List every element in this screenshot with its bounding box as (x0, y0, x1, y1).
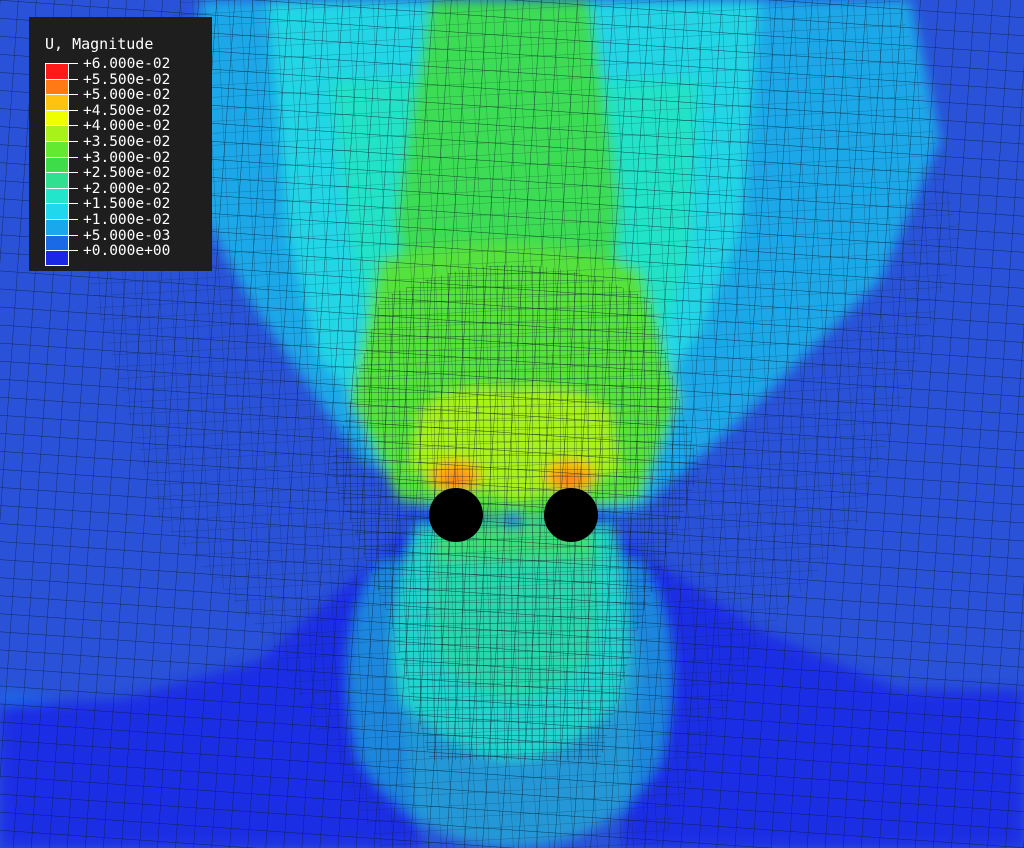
legend-label: +3.500e-02 (83, 134, 171, 150)
legend-tick (69, 219, 78, 220)
legend-label: +2.500e-02 (83, 165, 171, 182)
legend-swatch (45, 172, 69, 188)
legend-label: +4.000e-02 (83, 118, 171, 135)
legend-label: +3.000e-02 (83, 149, 171, 166)
legend-swatch (45, 125, 69, 141)
legend-tick (69, 250, 78, 252)
legend-tick (69, 141, 78, 142)
legend-swatch (45, 234, 69, 251)
legend-label: +2.000e-02 (83, 180, 171, 197)
legend-swatch (45, 203, 69, 219)
legend-tick (69, 125, 78, 127)
legend-tick (69, 187, 78, 189)
legend-title: U, Magnitude (45, 35, 154, 53)
legend-tick (69, 156, 78, 158)
legend-tick (69, 109, 78, 111)
hole-left (429, 488, 483, 542)
legend-swatch (45, 63, 69, 79)
legend-tick (69, 203, 78, 205)
legend-swatch (45, 78, 69, 95)
legend-row: +0.000e+00 (45, 243, 205, 266)
legend-label: +0.000e+00 (83, 243, 171, 260)
legend-swatch (45, 109, 69, 126)
legend-tick (69, 234, 78, 236)
legend-tick (69, 63, 78, 64)
legend-swatch (45, 187, 69, 204)
legend-swatch (45, 250, 69, 266)
legend-label: +5.000e-03 (83, 227, 171, 244)
legend-label: +1.000e-02 (83, 212, 171, 228)
legend-tick (69, 172, 78, 174)
legend-tick (69, 94, 78, 96)
legend-swatch (45, 156, 69, 173)
contour-legend: U, Magnitude +6.000e-02 +5.500e-02 +5.000e… (29, 17, 212, 271)
legend-label: +5.500e-02 (83, 71, 171, 88)
legend-label: +1.500e-02 (83, 196, 171, 213)
legend-label: +4.500e-02 (83, 102, 171, 119)
legend-label: +5.000e-02 (83, 87, 171, 104)
hole-right (544, 488, 598, 542)
legend-swatch (45, 94, 69, 110)
legend-swatch (45, 219, 69, 235)
legend-tick (69, 78, 78, 80)
legend-swatch (45, 141, 69, 157)
legend-label: +6.000e-02 (83, 56, 171, 72)
